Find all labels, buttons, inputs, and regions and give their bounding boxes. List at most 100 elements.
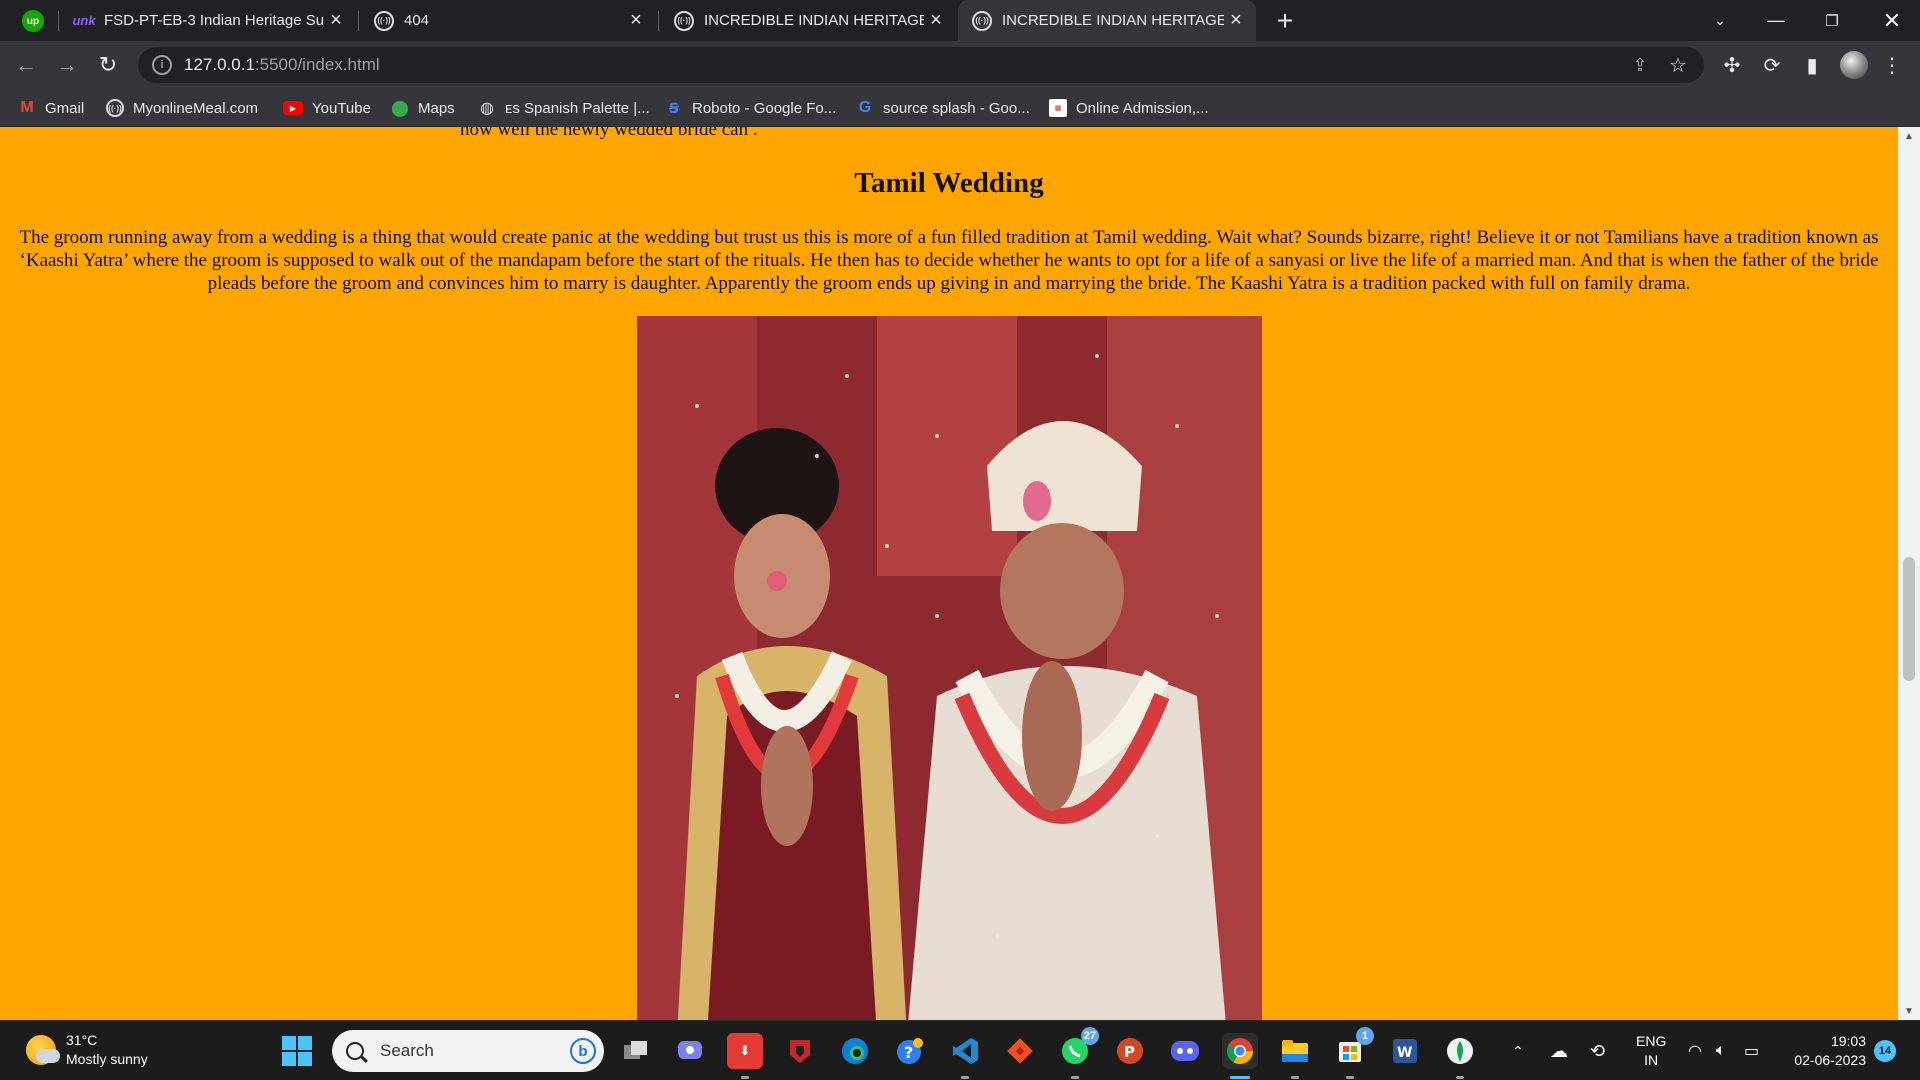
- language-code: ENG: [1636, 1033, 1667, 1049]
- bookmark-youtube[interactable]: ▶ YouTube: [283, 89, 371, 127]
- vscode-icon[interactable]: [947, 1033, 983, 1079]
- weather-condition: Mostly sunny: [66, 1051, 148, 1067]
- scrollbar-thumb[interactable]: [1903, 557, 1915, 681]
- close-tab-icon[interactable]: ×: [924, 9, 948, 33]
- weather-widget[interactable]: 31°C Mostly sunny: [26, 1031, 148, 1069]
- battery-icon[interactable]: ▭: [1744, 1021, 1759, 1080]
- downloader-icon[interactable]: ⬇: [727, 1033, 763, 1079]
- file-explorer-icon[interactable]: [1277, 1033, 1313, 1079]
- taskbar-clock[interactable]: 19:03 02-06-2023: [1786, 1032, 1866, 1070]
- tab-indian-heritage-sub[interactable]: unk FSD-PT-EB-3 Indian Heritage Sub ×: [60, 0, 356, 41]
- teams-chat-icon[interactable]: [672, 1033, 708, 1069]
- windows-taskbar: 31°C Mostly sunny Search b ⬇ ? 27 P 1 W …: [0, 1020, 1920, 1080]
- profile-avatar[interactable]: [1840, 51, 1868, 79]
- onedrive-cloud-icon[interactable]: ☁: [1550, 1021, 1568, 1080]
- powerpoint-icon[interactable]: P: [1112, 1033, 1148, 1069]
- url-path: :5500/index.html: [254, 55, 380, 74]
- scroll-down-arrow-icon[interactable]: ▼: [1898, 1002, 1920, 1020]
- notification-badge[interactable]: 14: [1874, 1040, 1896, 1062]
- close-tab-icon[interactable]: ×: [324, 9, 348, 33]
- tamil-wedding-photo: [637, 316, 1262, 1020]
- bookmark-myonlinemeal[interactable]: ((·)) MyonlineMeal.com: [106, 89, 258, 127]
- close-tab-icon[interactable]: ×: [1224, 9, 1248, 33]
- address-bar[interactable]: i 127.0.0.1:5500/index.html ⇪ ☆: [138, 47, 1704, 83]
- back-arrow-icon[interactable]: ←: [10, 49, 42, 81]
- wifi-icon[interactable]: ◠: [1688, 1021, 1702, 1080]
- edge-icon[interactable]: [837, 1033, 873, 1069]
- language-indicator[interactable]: ENG IN: [1636, 1032, 1666, 1070]
- tab-incredible-indian-heritage[interactable]: ((·)) INCREDIBLE INDIAN HERITAGE ×: [660, 0, 956, 41]
- bookmark-online-admission[interactable]: ▦ Online Admission,...: [1049, 89, 1209, 127]
- bookmark-gmail[interactable]: M Gmail: [18, 89, 84, 127]
- word-icon[interactable]: W: [1387, 1033, 1423, 1069]
- address-url[interactable]: 127.0.0.1:5500/index.html: [184, 55, 380, 75]
- upwork-icon[interactable]: up: [22, 10, 44, 32]
- side-panel-icon[interactable]: ▮: [1796, 49, 1828, 81]
- bookmark-label: source splash - Goo...: [883, 99, 1030, 117]
- page-scrollbar[interactable]: ▲ ▼: [1898, 127, 1920, 1020]
- section-paragraph: The groom running away from a wedding is…: [19, 227, 1879, 294]
- volume-icon[interactable]: 🔈︎: [1716, 1021, 1726, 1080]
- bing-icon[interactable]: b: [570, 1038, 596, 1064]
- svg-text:?: ?: [904, 1043, 913, 1062]
- scroll-up-arrow-icon[interactable]: ▲: [1898, 127, 1920, 145]
- close-window-button[interactable]: ✕: [1864, 0, 1920, 41]
- bookmark-label: ᴇs Spanish Palette |...: [505, 99, 650, 117]
- store-icon[interactable]: 1: [1332, 1027, 1374, 1079]
- bookmark-label: Maps: [418, 99, 455, 117]
- tab-incredible-indian-heritage-active[interactable]: ((·)) INCREDIBLE INDIAN HERITAGE ×: [958, 0, 1256, 41]
- search-icon: [346, 1042, 364, 1060]
- site-info-icon[interactable]: i: [152, 55, 172, 75]
- git-icon[interactable]: [1002, 1033, 1038, 1069]
- show-hidden-icons-chevron[interactable]: ⌃: [1512, 1021, 1524, 1080]
- store-badge: 1: [1356, 1027, 1374, 1045]
- tab-title: INCREDIBLE INDIAN HERITAGE: [1002, 12, 1224, 29]
- tab-search-chevron-icon[interactable]: ⌄: [1692, 0, 1748, 41]
- google-fonts-icon: Ꞩ: [668, 99, 680, 116]
- bookmark-star-icon[interactable]: ☆: [1662, 49, 1694, 81]
- discord-icon[interactable]: [1167, 1033, 1203, 1069]
- windows-start-icon[interactable]: [282, 1036, 312, 1066]
- sync-icon[interactable]: ⟲: [1590, 1021, 1605, 1080]
- previous-paragraph-tail: how well the newly wedded bride can .: [460, 127, 758, 140]
- bookmark-roboto-google-fonts[interactable]: Ꞩ Roboto - Google Fo...: [665, 89, 836, 127]
- chrome-menu-icon[interactable]: ⋮: [1876, 49, 1908, 81]
- bookmark-label: MyonlineMeal.com: [133, 99, 259, 117]
- browser-toolbar: ← → ↻ i 127.0.0.1:5500/index.html ⇪ ☆ ✣ …: [0, 41, 1920, 89]
- help-icon[interactable]: ?: [892, 1033, 928, 1069]
- bookmark-spanish-palette[interactable]: ◍ ᴇs Spanish Palette |...: [478, 89, 650, 127]
- mongodb-icon[interactable]: [1442, 1033, 1478, 1079]
- weather-temperature: 31°C: [66, 1032, 98, 1048]
- whatsapp-icon[interactable]: 27: [1057, 1027, 1099, 1079]
- radio-icon: ((·)): [972, 10, 992, 31]
- task-view-icon[interactable]: [618, 1033, 654, 1069]
- tab-separator: [658, 11, 659, 31]
- chrome-icon[interactable]: [1222, 1033, 1258, 1079]
- taskbar-search[interactable]: Search b: [332, 1030, 604, 1072]
- new-tab-button[interactable]: +: [1270, 5, 1300, 36]
- clock-time: 19:03: [1830, 1033, 1866, 1049]
- bookmarks-bar: M Gmail ((·)) MyonlineMeal.com ▶ YouTube…: [0, 89, 1920, 127]
- extensions-puzzle-icon[interactable]: ✣: [1716, 49, 1748, 81]
- gmail-icon: M: [20, 99, 34, 116]
- bookmark-maps[interactable]: ⬤ Maps: [391, 89, 455, 127]
- radio-icon: ((·)): [674, 10, 694, 31]
- page-viewport: how well the newly wedded bride can . Ta…: [0, 127, 1898, 1020]
- admission-icon: ▦: [1049, 99, 1067, 117]
- restore-button[interactable]: ❐: [1804, 0, 1860, 41]
- tab-404[interactable]: ((·)) 404 ×: [360, 0, 656, 41]
- bookmark-label: Online Admission,...: [1076, 99, 1209, 117]
- minimize-button[interactable]: —: [1748, 0, 1804, 41]
- clock-date: 02-06-2023: [1794, 1052, 1866, 1068]
- mcafee-icon[interactable]: [782, 1033, 818, 1069]
- share-icon[interactable]: ⇪: [1624, 49, 1656, 81]
- tab-separator: [58, 11, 59, 31]
- forward-arrow-icon[interactable]: →: [51, 49, 83, 81]
- close-tab-icon[interactable]: ×: [624, 9, 648, 33]
- url-host: 127.0.0.1: [184, 55, 255, 74]
- radio-icon: ((·)): [374, 10, 394, 31]
- extension-icon[interactable]: ⟳: [1756, 49, 1788, 81]
- reload-icon[interactable]: ↻: [92, 49, 124, 81]
- bookmark-source-splash[interactable]: G source splash - Goo...: [856, 89, 1030, 127]
- tab-title: 404: [404, 12, 430, 29]
